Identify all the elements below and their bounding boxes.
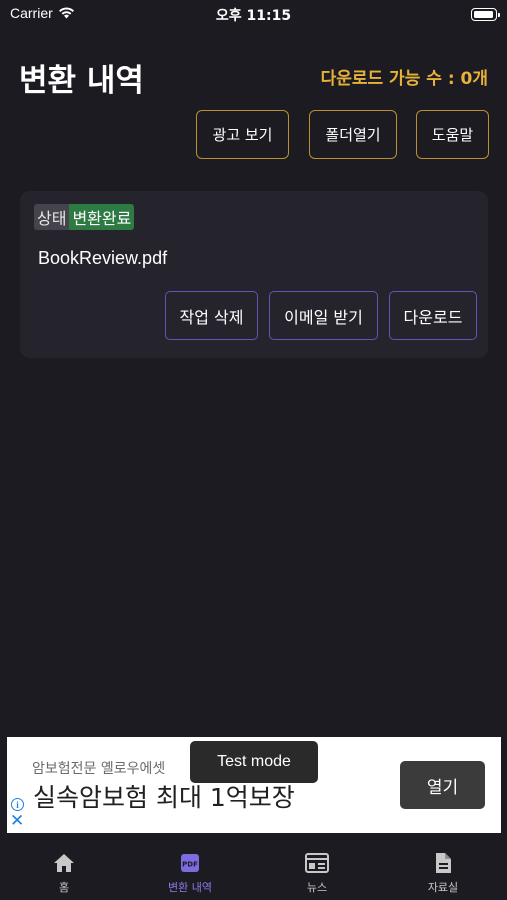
status-badge: 상태 변환완료	[34, 204, 135, 230]
tab-history-label: 변환 내역	[168, 881, 212, 894]
conversion-job-card: 상태 변환완료 BookReview.pdf 작업 삭제 이메일 받기 다운로드	[20, 191, 488, 358]
ad-subtitle: 암보험전문 옐로우에셋	[32, 761, 166, 777]
email-button[interactable]: 이메일 받기	[269, 291, 378, 340]
ad-headline: 실속암보험 최대 1억보장	[33, 783, 295, 812]
ad-open-button[interactable]: 열기	[400, 761, 485, 809]
page-title: 변환 내역	[19, 63, 144, 99]
download-button[interactable]: 다운로드	[389, 291, 477, 340]
ad-view-button[interactable]: 광고 보기	[196, 110, 289, 159]
home-icon	[53, 852, 75, 874]
pdf-icon: PDF	[180, 852, 200, 874]
ad-info-icon[interactable]: i	[11, 798, 24, 811]
tab-home-label: 홈	[58, 881, 70, 894]
tab-news-label: 뉴스	[306, 881, 328, 894]
svg-text:PDF: PDF	[182, 861, 198, 869]
battery-icon	[471, 8, 500, 21]
file-name: BookReview.pdf	[38, 248, 168, 268]
ad-banner[interactable]: 암보험전문 옐로우에셋 실속암보험 최대 1억보장 Test mode 열기 i…	[7, 737, 501, 833]
tab-home[interactable]: 홈	[1, 838, 127, 900]
status-value: 변환완료	[69, 204, 135, 230]
tab-history[interactable]: PDF 변환 내역	[127, 838, 253, 900]
clock: 오후 11:15	[215, 8, 292, 24]
document-icon	[434, 852, 452, 874]
tab-news[interactable]: 뉴스	[254, 838, 380, 900]
tab-bar: 홈 PDF 변환 내역 뉴스 자료실	[0, 838, 507, 900]
tab-library[interactable]: 자료실	[380, 838, 506, 900]
status-bar: Carrier 오후 11:15	[0, 0, 507, 30]
tab-library-label: 자료실	[427, 881, 459, 894]
open-folder-button[interactable]: 폴더열기	[309, 110, 397, 159]
newspaper-icon	[305, 852, 329, 874]
status-label: 상태	[34, 204, 70, 230]
download-count: 다운로드 가능 수 : 0개	[320, 69, 488, 89]
ad-close-icon[interactable]: ✕	[10, 813, 24, 830]
test-mode-label: Test mode	[190, 741, 318, 783]
delete-job-button[interactable]: 작업 삭제	[165, 291, 258, 340]
help-button[interactable]: 도움말	[416, 110, 489, 159]
